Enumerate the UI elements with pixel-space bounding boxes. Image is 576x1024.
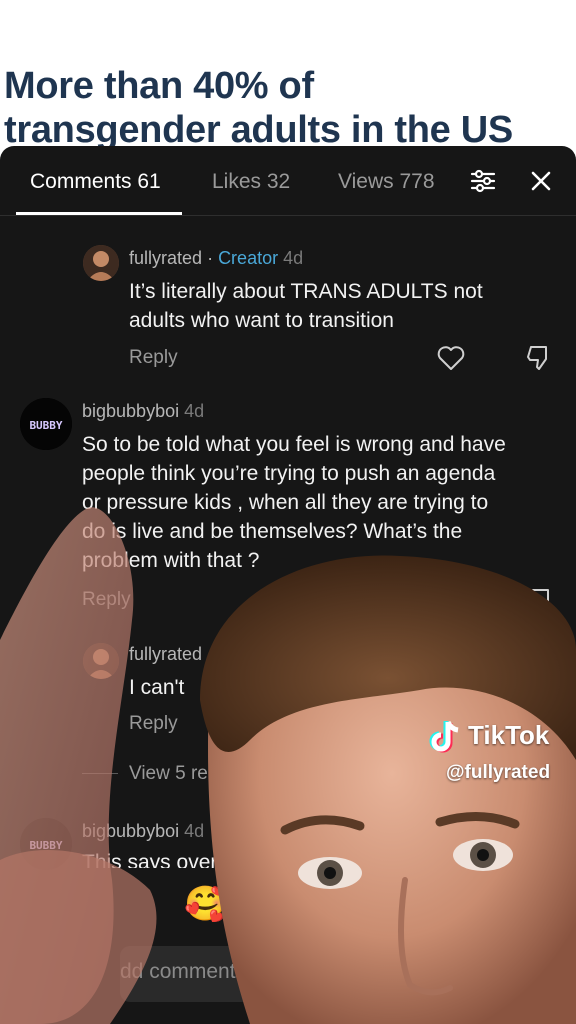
view-more-replies[interactable]: View 5 re	[129, 763, 208, 785]
comment-line: So to be told what you feel is wrong and…	[82, 433, 506, 456]
tiktok-brand: TikTok	[468, 720, 550, 750]
avatar-logo-text: BUBBY	[29, 839, 62, 852]
timestamp: 4d	[184, 821, 205, 841]
add-comment-input[interactable]: dd comment...	[120, 946, 380, 1002]
tab-likes[interactable]: Likes 32	[212, 170, 290, 194]
comment-meta: bigbubbyboi 4d	[82, 401, 204, 422]
comment-text: This says over	[82, 851, 218, 868]
comment-text: I can't	[129, 676, 185, 699]
reply-button[interactable]: Reply	[129, 347, 178, 369]
username[interactable]: bigbubbyboi	[82, 821, 179, 841]
username[interactable]: fullyrated	[129, 248, 202, 268]
comment-line: or pressure kids , when all they are try…	[82, 491, 489, 514]
comment-meta: bigbubbyboi 4d	[82, 821, 204, 842]
divider	[82, 773, 118, 774]
timestamp: 4d	[283, 248, 304, 268]
filter-sliders-icon[interactable]	[468, 166, 498, 196]
avatar[interactable]	[83, 643, 119, 679]
heart-icon[interactable]	[436, 343, 466, 373]
tab-bar: Comments 61 Likes 32 Views 778	[0, 146, 576, 216]
active-tab-indicator	[16, 212, 182, 215]
comment-meta: fullyrated · Creator 4d	[129, 248, 304, 268]
comment-line: It’s literally about TRANS ADULTS not	[129, 280, 483, 303]
avatar[interactable]	[83, 245, 119, 281]
tab-comments[interactable]: Comments 61	[30, 170, 161, 194]
reply-button[interactable]: Reply	[129, 713, 178, 735]
avatar[interactable]: BUBBY	[20, 398, 72, 450]
comment-line: people think you’re trying to push an ag…	[82, 462, 496, 485]
comment-text: So to be told what you feel is wrong and…	[82, 430, 572, 575]
timestamp: 4d	[184, 401, 205, 421]
username[interactable]: fullyrated	[129, 644, 202, 665]
background-headline: More than 40% of transgender adults in t…	[4, 64, 574, 152]
dislike-icon[interactable]	[524, 343, 554, 373]
tiktok-logo-icon	[429, 720, 459, 753]
comment-line: problem with that ?	[82, 549, 260, 572]
dislike-icon[interactable]	[526, 586, 556, 616]
reaction-emoji[interactable]: 🥰	[184, 884, 226, 924]
username[interactable]: bigbubbyboi	[82, 401, 179, 421]
comment-line: adults who want to transition	[129, 309, 394, 332]
avatar[interactable]: BUBBY	[20, 818, 72, 870]
tab-views[interactable]: Views 778	[338, 170, 435, 194]
avatar-logo-text: BUBBY	[29, 419, 62, 432]
creator-badge: Creator	[218, 248, 279, 268]
close-icon[interactable]	[526, 166, 556, 196]
headline-line-1: More than 40% of	[4, 65, 314, 107]
comment-text: It’s literally about TRANS ADULTS not ad…	[129, 277, 569, 335]
reply-button[interactable]: Reply	[82, 589, 131, 611]
comment-line: do is live and be themselves? What’s the	[82, 520, 463, 543]
creator-handle: @fullyrated	[446, 762, 551, 783]
